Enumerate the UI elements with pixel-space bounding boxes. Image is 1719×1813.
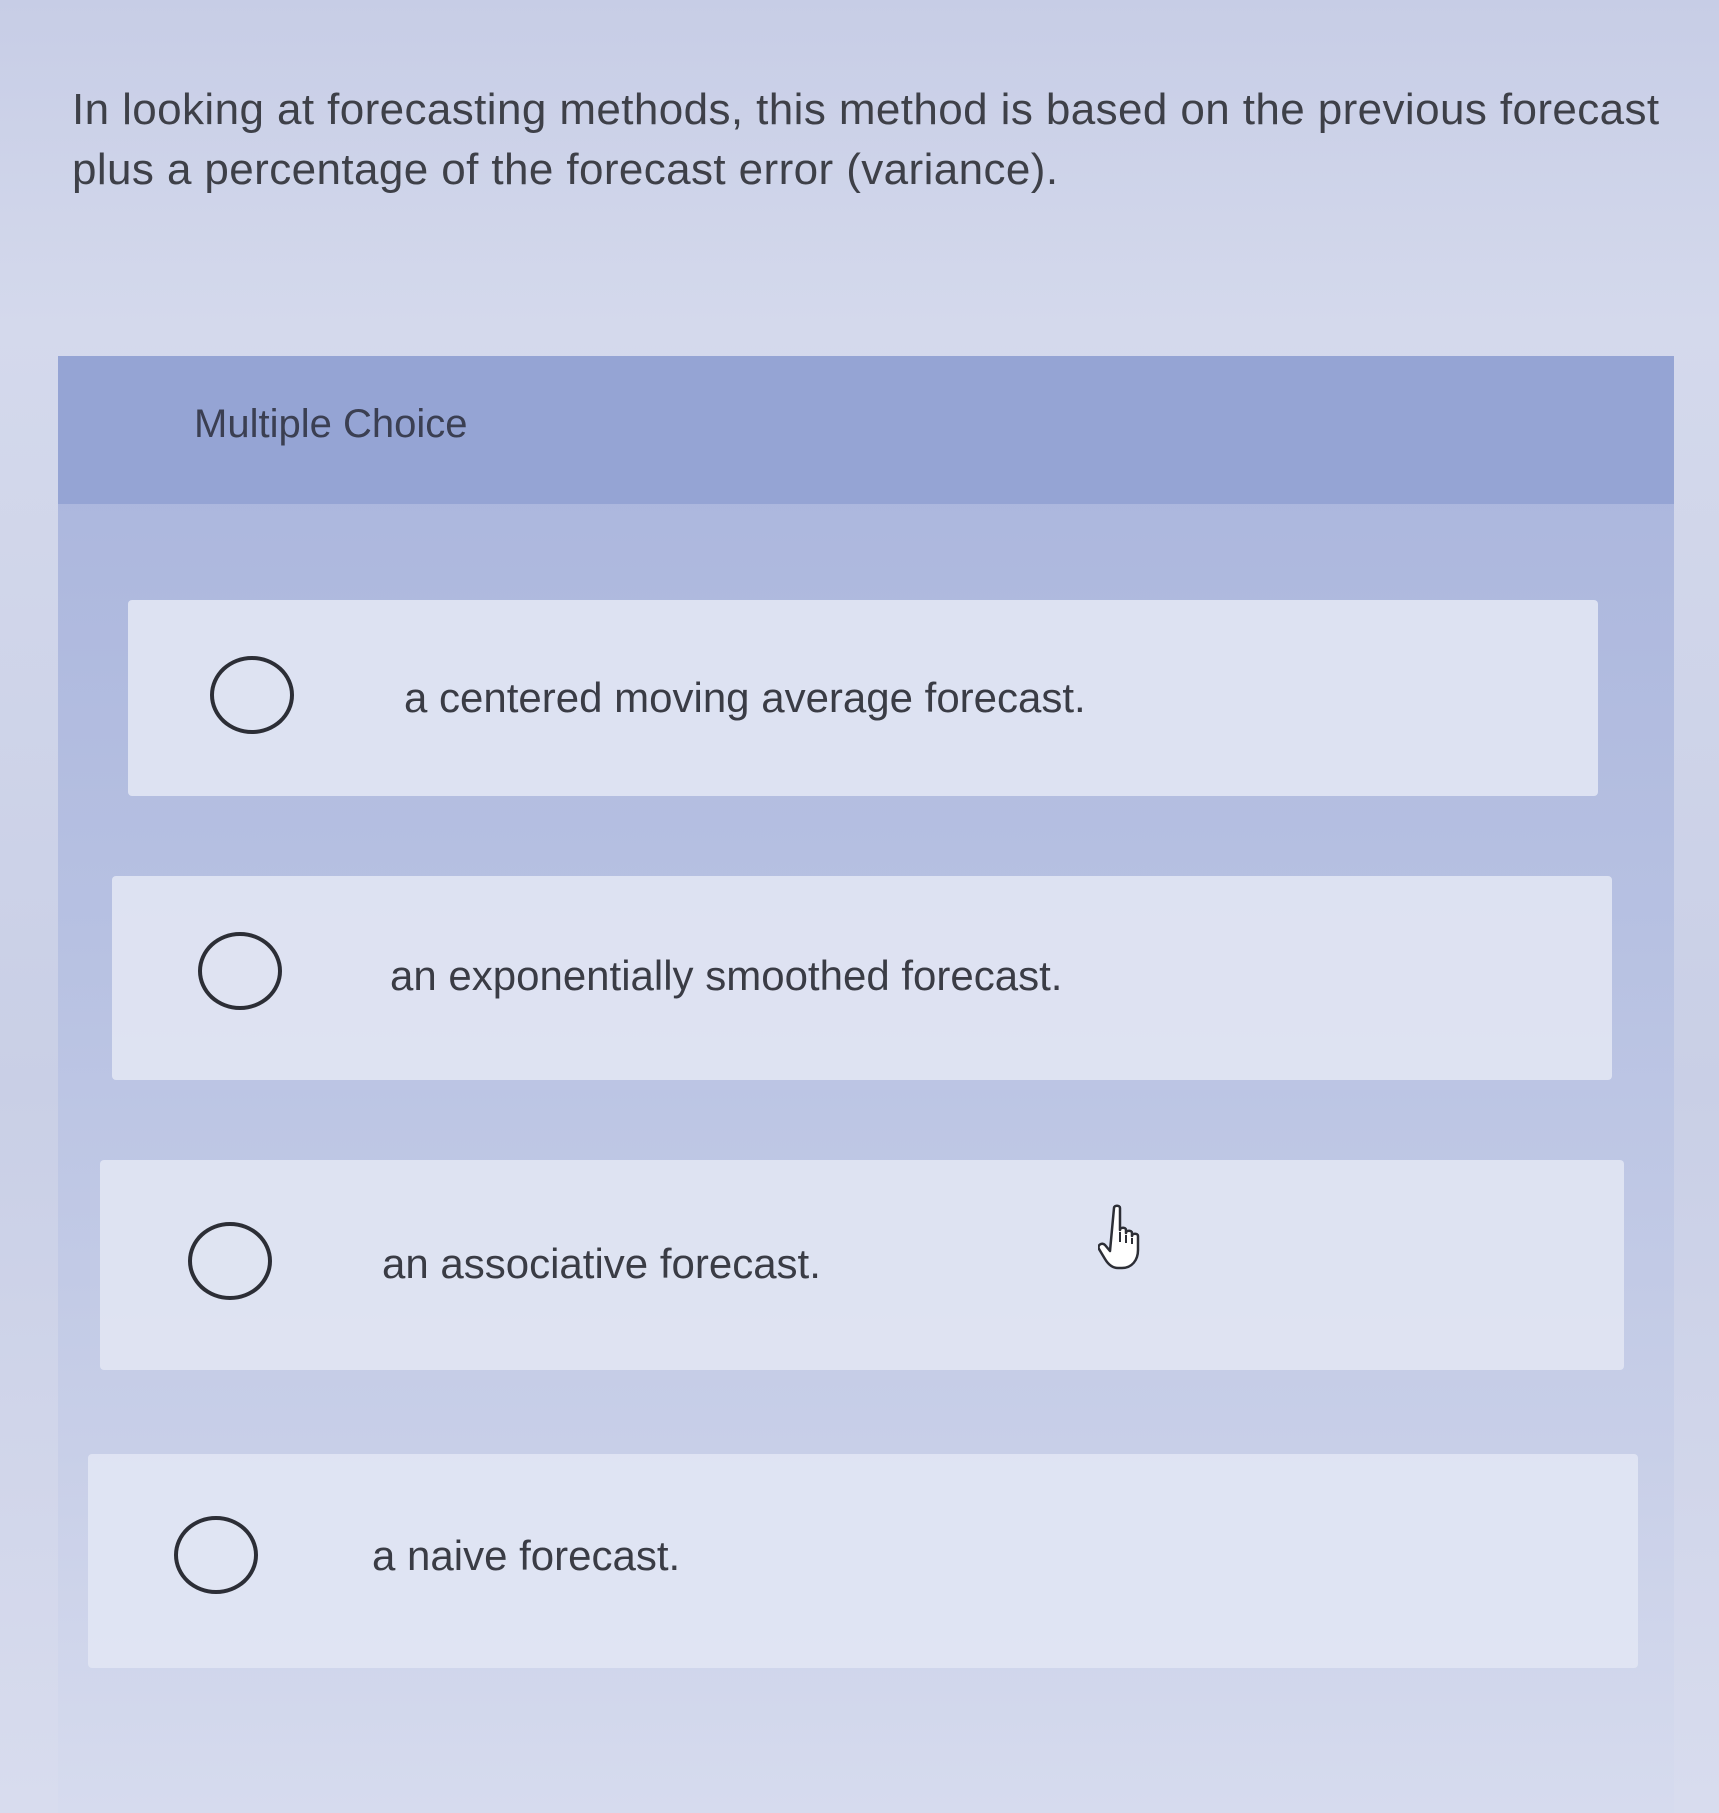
option-label-1: a centered moving average forecast.: [404, 674, 1086, 721]
option-label-2: an exponentially smoothed forecast.: [390, 952, 1063, 999]
option-label-4: a naive forecast.: [372, 1532, 681, 1579]
multiple-choice-panel: Multiple Choice a centered moving averag…: [58, 356, 1674, 1813]
option-1[interactable]: a centered moving average forecast.: [128, 600, 1598, 796]
hand-pointer-icon: [1098, 1204, 1140, 1270]
multiple-choice-title: Multiple Choice: [194, 402, 468, 446]
radio-button-1[interactable]: [210, 656, 294, 734]
option-2[interactable]: an exponentially smoothed forecast.: [112, 876, 1612, 1080]
radio-button-3[interactable]: [188, 1222, 272, 1300]
radio-button-2[interactable]: [198, 932, 282, 1010]
question-text: In looking at forecasting methods, this …: [72, 85, 1660, 194]
option-label-3: an associative forecast.: [382, 1240, 821, 1287]
multiple-choice-header: Multiple Choice: [58, 356, 1674, 504]
radio-button-4[interactable]: [174, 1516, 258, 1594]
option-4[interactable]: a naive forecast.: [88, 1454, 1638, 1668]
option-3[interactable]: an associative forecast.: [100, 1160, 1624, 1370]
